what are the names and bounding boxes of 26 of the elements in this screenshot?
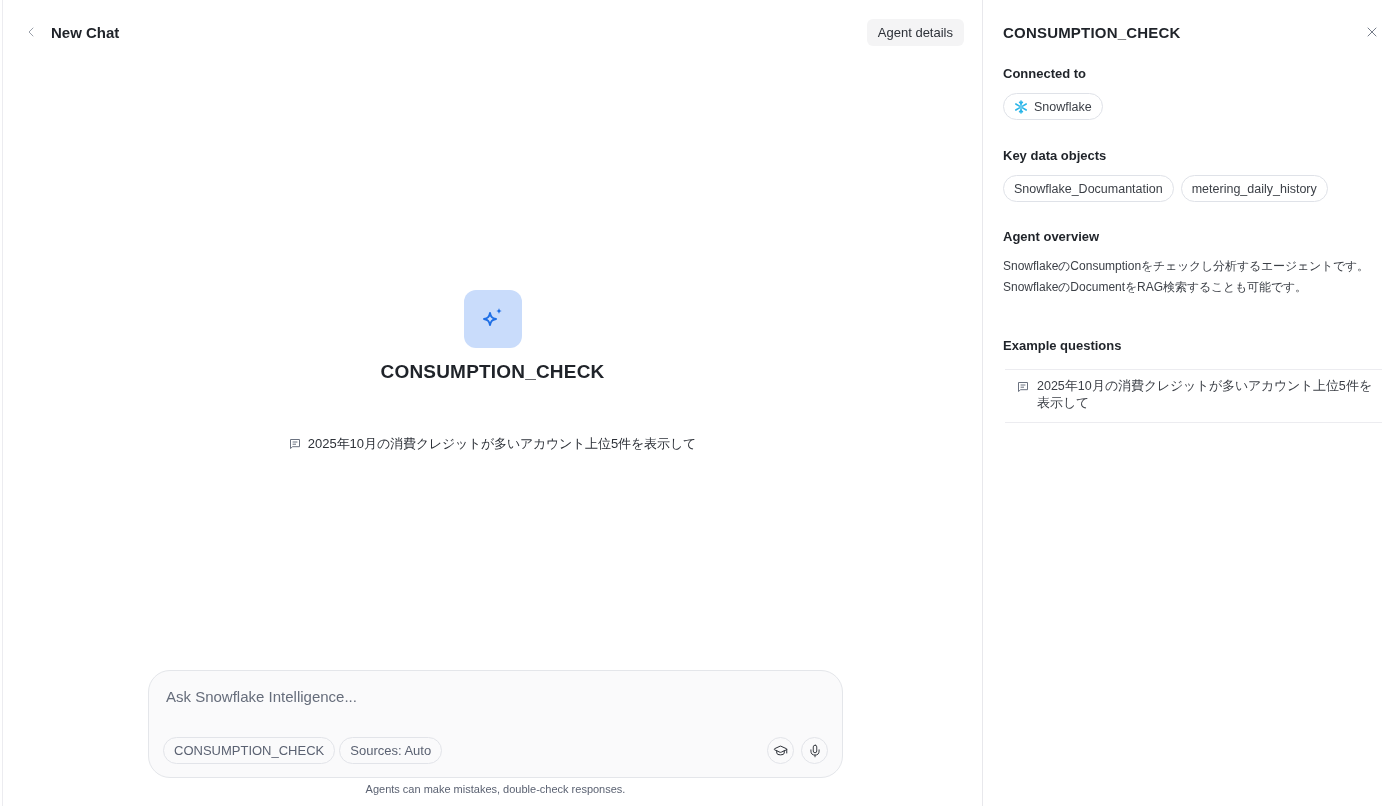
message-icon [288, 438, 301, 450]
agent-details-button[interactable]: Agent details [866, 18, 964, 46]
message-input[interactable]: Ask Snowflake Intelligence... [163, 685, 828, 709]
data-object-chip: metering_daily_history [1180, 175, 1328, 202]
message-icon [1017, 381, 1029, 393]
snowflake-icon [1014, 99, 1028, 114]
section-heading: Key data objects [1003, 147, 1108, 165]
agent-name: CONSUMPTION_CHECK [380, 360, 605, 384]
section-heading: Connected to [1003, 65, 1088, 83]
microphone-button[interactable] [801, 737, 828, 764]
panel-title: CONSUMPTION_CHECK [1003, 23, 1181, 41]
connection-label: Snowflake [1034, 99, 1092, 114]
graduation-cap-icon [773, 743, 788, 758]
data-object-chip: Snowflake_Documantation [1003, 175, 1174, 202]
chat-title: New Chat [51, 23, 120, 41]
example-question[interactable]: 2025年10月の消費クレジットが多いアカウント上位5件を表示して [1005, 370, 1382, 422]
disclaimer-text: Agents can make mistakes, double-check responses. [365, 782, 626, 796]
section-heading: Example questions [1003, 337, 1123, 355]
section-heading: Agent overview [1003, 228, 1101, 246]
microphone-icon [807, 743, 822, 758]
overview-text: SnowflakeのDocumentをRAG検索することも可能です。 [1003, 279, 1308, 296]
composer-chip[interactable]: CONSUMPTION_CHECK [163, 737, 336, 764]
composer-chip[interactable]: Sources: Auto [339, 737, 443, 764]
learn-button[interactable] [767, 737, 794, 764]
suggested-question[interactable]: 2025年10月の消費クレジットが多いアカウント上位5件を表示して [288, 434, 697, 454]
overview-text: SnowflakeのConsumptionをチェックし分析するエージェントです。 [1003, 258, 1370, 275]
